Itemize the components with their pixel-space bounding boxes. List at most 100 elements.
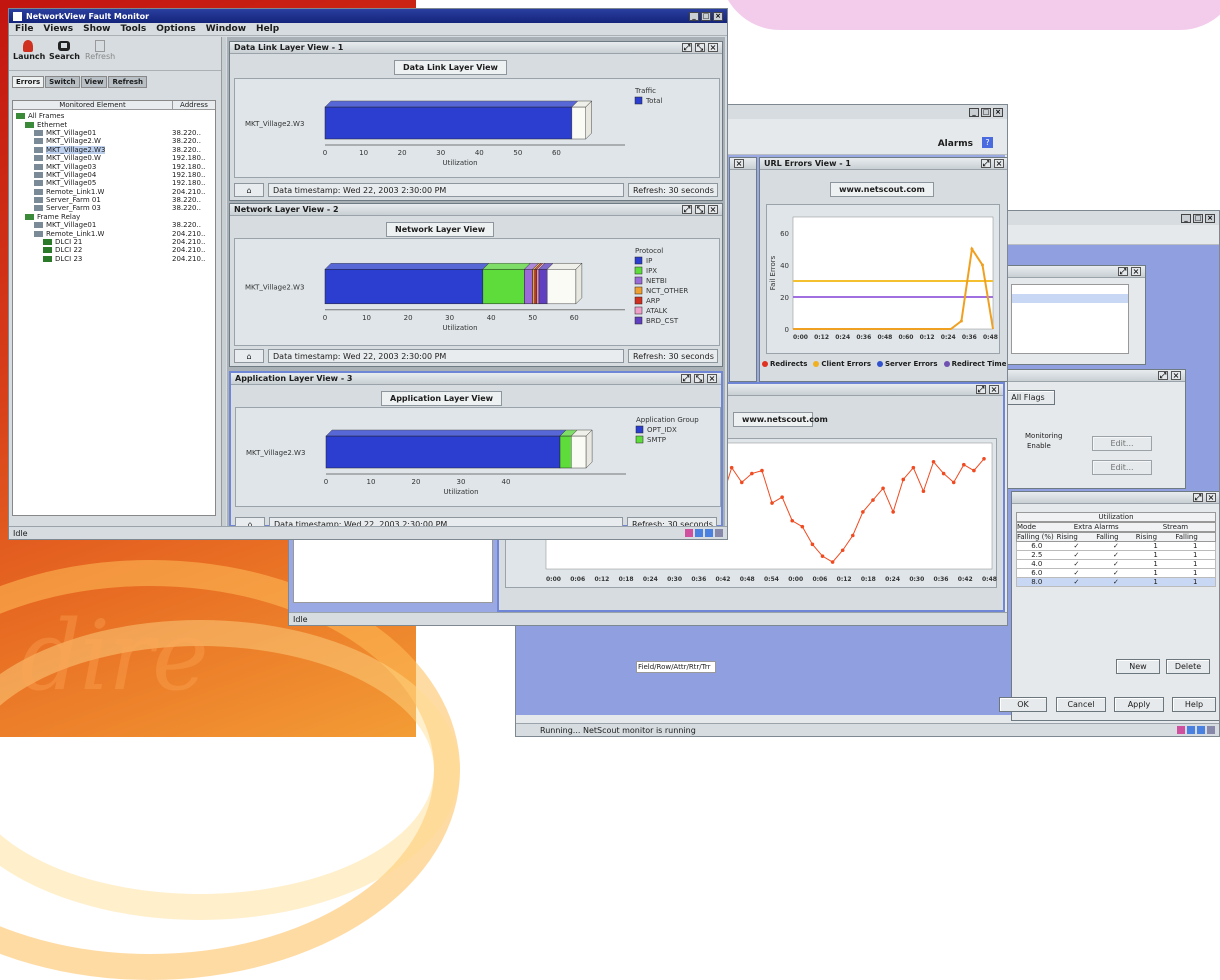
tree-item[interactable]: Server_Farm 03 38.220.. [16,204,212,212]
close-button[interactable]: × [713,11,723,21]
restore-icon[interactable]: ⤢ [976,385,986,394]
menu-alarms[interactable]: Alarms [938,139,973,149]
maximize-button[interactable]: □ [701,11,711,21]
help-button[interactable]: Help [1172,697,1216,712]
column-header[interactable]: Falling [1096,533,1136,541]
column-header[interactable]: Rising [1136,533,1176,541]
table-row[interactable]: 4.0 ✓ ✓ 1 1 [1016,560,1216,569]
footer-icon[interactable]: ⌂ [234,183,264,197]
tree-item[interactable]: MKT_Village04 192.180.. [16,171,212,179]
tree-item[interactable]: Remote_Link1.W 204.210.. [16,188,212,196]
edit-button-2[interactable]: Edit... [1092,460,1152,475]
tree-splitter[interactable] [221,37,226,527]
tree-item[interactable]: MKT_Village2.W 38.220.. [16,137,212,145]
table-row[interactable]: 6.0 ✓ ✓ 1 1 [1016,569,1216,578]
tree-header-element[interactable]: Monitored Element [13,101,173,109]
tab-refresh[interactable]: Refresh [108,76,147,88]
maximize-icon[interactable]: ⤡ [695,205,705,214]
tree-item[interactable]: MKT_Village03 192.180.. [16,162,212,171]
bar-segment [524,268,533,305]
menu-tools[interactable]: Tools [120,24,146,34]
restore-icon[interactable]: ⤢ [1158,371,1168,380]
restore-icon[interactable]: ⤢ [1193,493,1203,502]
tree-item[interactable]: All Frames [16,112,212,120]
maximize-icon[interactable]: ⤡ [695,43,705,52]
menu-show[interactable]: Show [83,24,110,34]
column-header[interactable]: Rising [1057,533,1097,541]
menu-window[interactable]: Window [206,24,246,34]
close-icon[interactable]: × [708,43,718,52]
apply-button[interactable]: Apply [1114,697,1164,712]
tab-errors[interactable]: Errors [12,76,45,88]
column-header[interactable]: Falling (%) [1017,533,1057,541]
tree-item[interactable]: Remote_Link1.W 204.210.. [16,229,212,238]
tab-view[interactable]: View [80,76,108,88]
tree-header-address[interactable]: Address [173,101,215,109]
close-icon[interactable]: × [1206,493,1216,502]
restore-icon[interactable]: ⤢ [682,205,692,214]
menu-help[interactable]: Help [256,24,279,34]
cancel-button[interactable]: Cancel [1056,697,1106,712]
refresh-button[interactable]: Refresh [85,40,115,67]
tree-item[interactable]: DLCI 22 204.210.. [16,246,212,254]
tree-item[interactable]: MKT_Village05 192.180.. [16,179,212,187]
tree-item-label: Remote_Link1.W [46,187,105,196]
tab-all-flags[interactable]: All Flags [1001,390,1055,405]
url-button[interactable]: www.netscout.com [830,182,934,197]
network-chart: MKT_Village2.W3 0 10 20 30 40 50 60 Utilization P… [234,238,720,346]
close-icon[interactable]: × [707,374,717,383]
table-row[interactable]: 6.0 ✓ ✓ 1 1 [1016,542,1216,551]
table-cell: ✓ [1113,542,1119,550]
launch-button[interactable]: Launch [13,40,45,67]
data-point [780,495,784,499]
help-icon[interactable]: ? [982,137,993,148]
tree-item[interactable]: Ethernet [16,120,212,129]
footer-icon[interactable]: ⌂ [234,349,264,363]
new-button[interactable]: New [1116,659,1160,674]
restore-icon[interactable]: ⤢ [681,374,691,383]
tree-item[interactable]: MKT_Village2.W3 38.220.. [16,145,212,154]
maximize-icon[interactable]: ⤡ [694,374,704,383]
restore-icon[interactable]: ⤢ [981,159,991,168]
close-button[interactable]: × [993,107,1003,117]
menu-file[interactable]: File [15,24,33,34]
column-header[interactable]: Falling [1175,533,1215,541]
x-tick-label: 0:54 [764,576,779,583]
edit-button[interactable]: Edit... [1092,436,1152,451]
close-icon[interactable]: × [994,159,1004,168]
minimize-button[interactable]: _ [969,107,979,117]
window-strip[interactable] [1177,726,1215,734]
ok-button[interactable]: OK [999,697,1047,712]
x-tick-label: 10 [362,314,371,322]
menu-views[interactable]: Views [43,24,73,34]
close-icon[interactable]: × [989,385,999,394]
legend-item: Redirect Time [943,360,1006,368]
close-icon[interactable]: × [734,159,744,168]
minimize-button[interactable]: _ [1181,213,1191,223]
close-icon[interactable]: × [1131,267,1141,276]
tab-switch[interactable]: Switch [45,76,80,88]
application-chart: MKT_Village2.W3 0 10 20 30 40 Utilization Appli… [235,407,721,507]
restore-icon[interactable]: ⤢ [1118,267,1128,276]
tree-item[interactable]: DLCI 23 204.210.. [16,255,212,263]
tree-item[interactable]: MKT_Village01 38.220.. [16,129,212,137]
restore-icon[interactable]: ⤢ [682,43,692,52]
response-url-label[interactable]: www.netscout.com [733,412,828,427]
search-button[interactable]: Search [49,40,80,67]
tree-item[interactable]: MKT_Village0.W 192.180.. [16,154,212,162]
minimize-button[interactable]: _ [689,11,699,21]
maximize-button[interactable]: □ [981,107,991,117]
close-icon[interactable]: × [708,205,718,214]
close-icon[interactable]: × [1171,371,1181,380]
tree-item[interactable]: MKT_Village01 38.220.. [16,221,212,229]
tree-item[interactable]: DLCI 21 204.210.. [16,238,212,246]
maximize-button[interactable]: □ [1193,213,1203,223]
tree-item[interactable]: Server_Farm 01 38.220.. [16,196,212,204]
tree-item[interactable]: Frame Relay [16,213,212,221]
menu-options[interactable]: Options [156,24,195,34]
close-button[interactable]: × [1205,213,1215,223]
window-strip[interactable] [685,529,723,537]
table-row[interactable]: 8.0 ✓ ✓ 1 1 [1016,578,1216,587]
table-row[interactable]: 2.5 ✓ ✓ 1 1 [1016,551,1216,560]
delete-button[interactable]: Delete [1166,659,1210,674]
